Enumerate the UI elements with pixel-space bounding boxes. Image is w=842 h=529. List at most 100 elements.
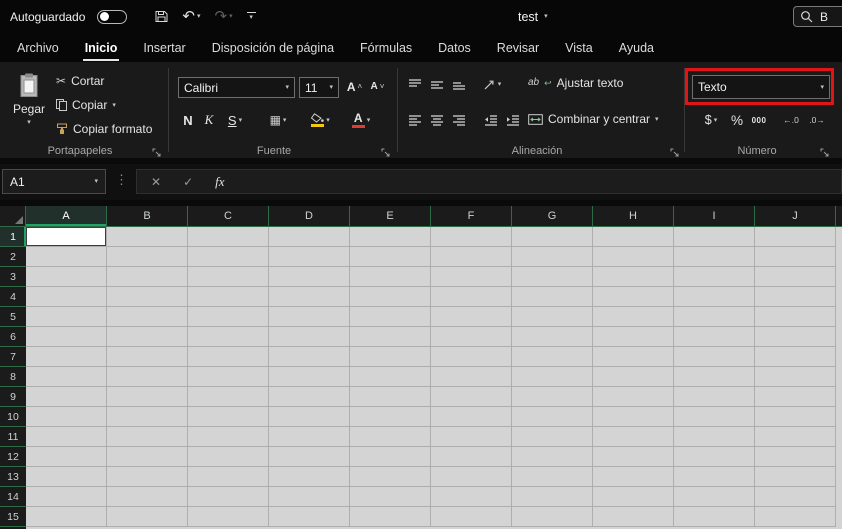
cell-J6[interactable] (755, 327, 836, 347)
formula-input[interactable]: ✕ ✓ fx (136, 169, 842, 194)
cell-H12[interactable] (593, 447, 674, 467)
cell-G15[interactable] (512, 507, 593, 527)
chevron-down-icon[interactable]: ▾ (544, 13, 548, 20)
column-header-H[interactable]: H (593, 206, 674, 226)
cell-I8[interactable] (674, 367, 755, 387)
font-name-combo[interactable]: Calibri ▾ (178, 77, 295, 98)
number-dialog-launcher[interactable] (818, 146, 830, 158)
align-left-button[interactable] (406, 110, 424, 130)
formula-bar-resize-handle[interactable]: ⋮ (115, 172, 128, 188)
chevron-down-icon[interactable]: ▾ (498, 81, 502, 88)
grow-font-button[interactable]: A ˄ (345, 77, 364, 97)
font-size-combo[interactable]: 11 ▾ (299, 77, 339, 98)
cell-A12[interactable] (26, 447, 107, 467)
cell-H9[interactable] (593, 387, 674, 407)
cell-B7[interactable] (107, 347, 188, 367)
merge-center-button[interactable]: Combinar y centrar ▾ (528, 112, 659, 126)
cell-D8[interactable] (269, 367, 350, 387)
cell-A10[interactable] (26, 407, 107, 427)
document-title-area[interactable]: test ▾ (518, 0, 548, 33)
number-format-combo[interactable]: Texto ▾ (692, 75, 830, 99)
chevron-down-icon[interactable]: ▾ (239, 117, 243, 124)
increase-decimal-button[interactable]: ←.0 (780, 110, 802, 130)
cell-E3[interactable] (350, 267, 431, 287)
cancel-icon[interactable]: ✕ (151, 175, 161, 189)
cell-B9[interactable] (107, 387, 188, 407)
cell-C7[interactable] (188, 347, 269, 367)
tab-vista[interactable]: Vista (552, 33, 606, 62)
cell-A11[interactable] (26, 427, 107, 447)
cut-button[interactable]: ✂ Cortar (56, 74, 104, 88)
column-header-F[interactable]: F (431, 206, 512, 226)
cell-A5[interactable] (26, 307, 107, 327)
cell-B4[interactable] (107, 287, 188, 307)
chevron-down-icon[interactable]: ▾ (197, 13, 201, 20)
cell-H14[interactable] (593, 487, 674, 507)
cell-E12[interactable] (350, 447, 431, 467)
cell-I10[interactable] (674, 407, 755, 427)
cell-J9[interactable] (755, 387, 836, 407)
currency-format-button[interactable]: $ ▾ (698, 110, 724, 130)
row-header-5[interactable]: 5 (0, 307, 26, 327)
column-header-G[interactable]: G (512, 206, 593, 226)
cell-B13[interactable] (107, 467, 188, 487)
cell-F14[interactable] (431, 487, 512, 507)
cell-H11[interactable] (593, 427, 674, 447)
cell-H7[interactable] (593, 347, 674, 367)
cell-G6[interactable] (512, 327, 593, 347)
tab-insertar[interactable]: Insertar (130, 33, 198, 62)
tab-archivo[interactable]: Archivo (4, 33, 72, 62)
customize-quick-access-button[interactable]: ▾ (246, 11, 256, 21)
cell-F13[interactable] (431, 467, 512, 487)
cell-A13[interactable] (26, 467, 107, 487)
align-right-button[interactable] (450, 110, 468, 130)
row-header-10[interactable]: 10 (0, 407, 26, 427)
cell-D6[interactable] (269, 327, 350, 347)
cell-E14[interactable] (350, 487, 431, 507)
cell-E9[interactable] (350, 387, 431, 407)
row-header-2[interactable]: 2 (0, 247, 26, 267)
cell-F6[interactable] (431, 327, 512, 347)
cell-G11[interactable] (512, 427, 593, 447)
column-header-D[interactable]: D (269, 206, 350, 226)
cell-A1[interactable] (26, 227, 107, 247)
shrink-font-button[interactable]: A ˅ (368, 77, 387, 97)
redo-button[interactable]: ↷ ▾ (215, 9, 233, 24)
cell-J8[interactable] (755, 367, 836, 387)
decrease-decimal-button[interactable]: .0→ (806, 110, 828, 130)
cell-A2[interactable] (26, 247, 107, 267)
cell-B14[interactable] (107, 487, 188, 507)
row-header-8[interactable]: 8 (0, 367, 26, 387)
cell-I15[interactable] (674, 507, 755, 527)
percent-style-button[interactable]: % (728, 110, 746, 130)
cell-F15[interactable] (431, 507, 512, 527)
cell-J10[interactable] (755, 407, 836, 427)
column-header-A[interactable]: A (26, 206, 107, 226)
row-header-9[interactable]: 9 (0, 387, 26, 407)
cell-H6[interactable] (593, 327, 674, 347)
cell-F3[interactable] (431, 267, 512, 287)
cell-D9[interactable] (269, 387, 350, 407)
cell-A3[interactable] (26, 267, 107, 287)
wrap-text-button[interactable]: ab ↩ Ajustar texto (528, 76, 623, 90)
chevron-down-icon[interactable]: ▾ (112, 102, 116, 109)
cell-F4[interactable] (431, 287, 512, 307)
cell-C5[interactable] (188, 307, 269, 327)
cell-I1[interactable] (674, 227, 755, 247)
decrease-indent-button[interactable] (482, 110, 500, 130)
cell-F8[interactable] (431, 367, 512, 387)
cell-E8[interactable] (350, 367, 431, 387)
cell-E15[interactable] (350, 507, 431, 527)
cell-H10[interactable] (593, 407, 674, 427)
cell-I4[interactable] (674, 287, 755, 307)
insert-function-icon[interactable]: fx (215, 174, 224, 190)
borders-button[interactable]: ▦ ▾ (264, 110, 292, 130)
row-header-12[interactable]: 12 (0, 447, 26, 467)
cell-D15[interactable] (269, 507, 350, 527)
cell-H13[interactable] (593, 467, 674, 487)
orientation-button[interactable]: ▾ (478, 74, 506, 94)
cell-J3[interactable] (755, 267, 836, 287)
paste-button[interactable]: Pegar ▾ (8, 68, 50, 144)
cell-E2[interactable] (350, 247, 431, 267)
format-painter-button[interactable]: Copiar formato (56, 122, 152, 136)
